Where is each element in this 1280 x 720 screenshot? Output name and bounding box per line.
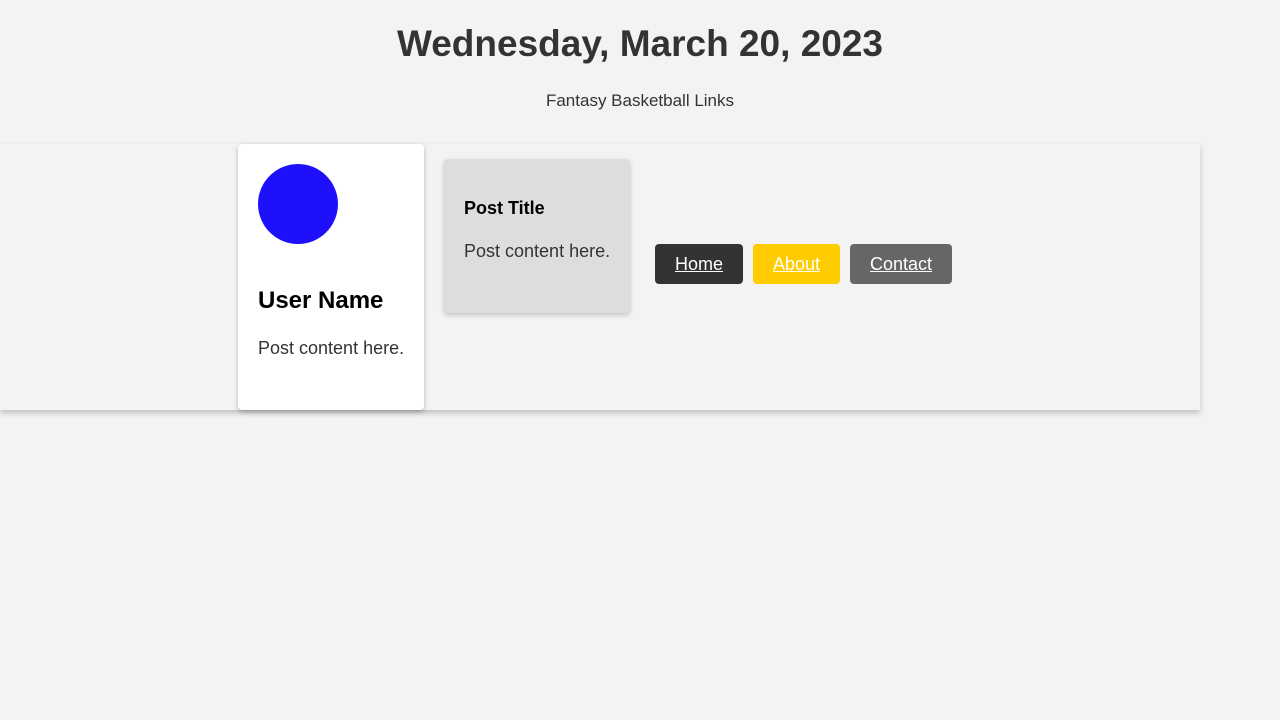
post-card: Post Title Post content here. xyxy=(444,159,630,313)
home-link-button[interactable]: Home xyxy=(655,244,743,284)
avatar xyxy=(258,164,338,244)
profile-card: User Name Post content here. xyxy=(238,144,424,410)
page-title: Wednesday, March 20, 2023 xyxy=(396,23,884,64)
post-title: Post Title xyxy=(464,198,545,218)
profile-post-content: Post content here. xyxy=(258,338,405,358)
user-name: User Name xyxy=(258,287,384,314)
about-link-button[interactable]: About xyxy=(753,244,840,284)
contact-link-button[interactable]: Contact xyxy=(850,244,952,284)
post-content: Post content here. xyxy=(464,241,611,261)
page-subtitle: Fantasy Basketball Links xyxy=(545,91,735,110)
